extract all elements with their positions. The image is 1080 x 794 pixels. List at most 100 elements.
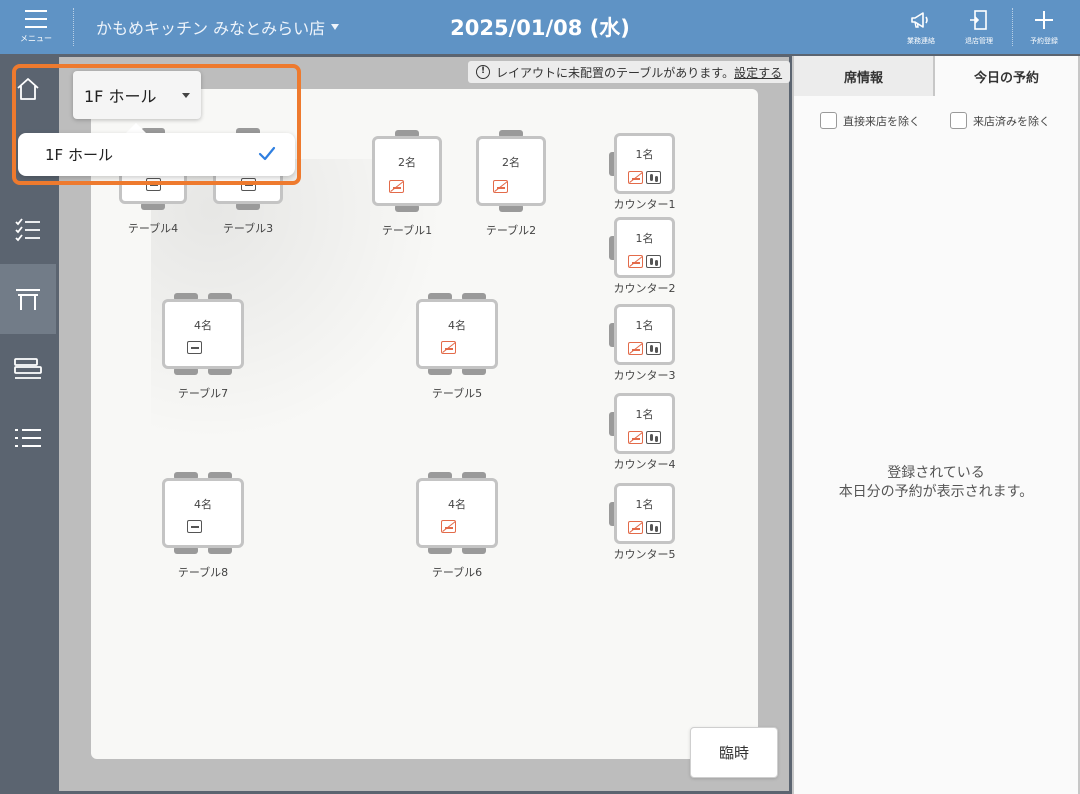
seat-name: テーブル7 xyxy=(177,387,229,400)
no-smoking-icon xyxy=(628,431,643,444)
megaphone-icon xyxy=(911,12,928,28)
tab-todays-reservations[interactable]: 今日の予約 xyxy=(935,56,1078,96)
home-icon xyxy=(17,78,39,100)
floor-selector-value: 1F ホール xyxy=(84,87,157,106)
no-smoking-icon xyxy=(441,520,456,533)
seat-name: カウンター4 xyxy=(613,458,676,471)
seat-capacity: 4名 xyxy=(448,319,466,332)
layout-notice: ! レイアウトに未配置のテーブルがあります。 設定する xyxy=(468,61,791,83)
table-surface xyxy=(614,304,675,365)
list-icon xyxy=(15,429,41,447)
no-smoking-icon xyxy=(389,180,404,193)
seat-capacity: 4名 xyxy=(448,498,466,511)
seat-9[interactable]: 1名カウンター1 xyxy=(609,133,676,211)
add-reservation-button[interactable]: 予約登録 xyxy=(1018,0,1070,54)
seat-7[interactable]: 4名テーブル8 xyxy=(162,472,244,579)
menu-button[interactable]: メニュー xyxy=(0,0,72,54)
checkout-button[interactable]: 退店管理 xyxy=(953,0,1005,54)
checkbox[interactable] xyxy=(820,112,837,129)
seat-13[interactable]: 1名 カウンター5 xyxy=(609,483,676,561)
table-surface xyxy=(476,136,546,206)
no-smoking-icon xyxy=(493,180,508,193)
temporary-seat-button[interactable]: 臨時 xyxy=(690,727,778,778)
table-icon xyxy=(16,289,40,310)
smoking-icon xyxy=(187,520,202,533)
seat-capacity: 1名 xyxy=(635,232,654,245)
seat-capacity: 2名 xyxy=(502,156,520,169)
current-date[interactable]: 2025/01/08 (水) xyxy=(440,0,640,54)
shoes-off-icon xyxy=(646,431,661,444)
table-surface xyxy=(372,136,442,206)
smoking-icon xyxy=(240,178,256,191)
dropdown-pointer xyxy=(126,123,146,133)
seat-11[interactable]: 1名カウンター3 xyxy=(609,304,676,382)
caret-down-icon xyxy=(331,24,340,30)
seat-name: テーブル3 xyxy=(222,222,274,235)
table-surface xyxy=(614,217,675,278)
seat-name: テーブル8 xyxy=(177,566,229,579)
checkout-button-label: 退店管理 xyxy=(965,37,993,45)
table-surface xyxy=(416,299,498,369)
tab-seat-info[interactable]: 席情報 xyxy=(794,56,934,96)
seat-8[interactable]: 4名 テーブル6 xyxy=(416,472,498,579)
sidebar-item-checklist[interactable] xyxy=(0,194,56,264)
table-surface xyxy=(614,483,675,544)
notice-button[interactable]: 業務連絡 xyxy=(895,0,947,54)
empty-message-line1: 登録されている xyxy=(887,465,985,481)
seat-name: カウンター2 xyxy=(613,282,676,295)
no-smoking-icon xyxy=(628,342,643,355)
smoking-icon xyxy=(187,341,202,354)
table-surface xyxy=(614,393,675,454)
sidebar-item-home[interactable] xyxy=(0,54,56,124)
seat-capacity: 2名 xyxy=(398,156,416,169)
floor-option-label: 1F ホール xyxy=(45,146,113,164)
sidebar-item-timeline[interactable] xyxy=(0,334,56,404)
reservation-panel: 席情報 今日の予約 直接来店を除く 来店済みを除く 登録されている 本日分の予約… xyxy=(792,56,1080,794)
shoes-off-icon xyxy=(646,255,661,268)
floor-selector[interactable]: 1F ホール xyxy=(73,71,201,119)
seat-name: カウンター3 xyxy=(613,369,676,382)
add-reservation-label: 予約登録 xyxy=(1030,37,1058,45)
timeline-icon xyxy=(14,358,42,379)
checklist-icon xyxy=(15,218,40,242)
caret-down-icon xyxy=(182,93,190,98)
seat-capacity: 1名 xyxy=(635,148,654,161)
seat-capacity: 1名 xyxy=(635,319,654,332)
seat-6[interactable]: 4名テーブル5 xyxy=(416,293,498,400)
floor-option[interactable]: 1F ホール xyxy=(18,133,295,176)
plus-icon xyxy=(1035,11,1053,29)
seat-capacity: 4名 xyxy=(194,498,212,511)
seat-10[interactable]: 1名カウンター2 xyxy=(609,217,676,295)
seat-capacity: 1名 xyxy=(635,408,654,421)
filter-label: 直接来店を除く xyxy=(843,114,920,128)
notice-settings-link[interactable]: 設定する xyxy=(734,64,782,81)
seat-12[interactable]: 1名カウンター4 xyxy=(609,393,676,471)
seat-3[interactable]: 2名 テーブル1 xyxy=(372,130,442,237)
seat-capacity: 4名 xyxy=(194,319,212,332)
seat-5[interactable]: 4名テーブル7 xyxy=(162,293,244,400)
hamburger-icon xyxy=(25,10,47,28)
seat-4[interactable]: 2名 テーブル2 xyxy=(476,130,546,237)
store-name: かもめキッチン みなとみらい店 xyxy=(96,19,326,38)
seat-name: カウンター1 xyxy=(613,198,676,211)
menu-label: メニュー xyxy=(20,34,52,43)
store-selector[interactable]: かもめキッチン みなとみらい店 xyxy=(96,0,340,54)
seat-name: テーブル5 xyxy=(431,387,483,400)
sidebar-item-list[interactable] xyxy=(0,404,56,474)
seat-name: カウンター5 xyxy=(613,548,676,561)
table-surface xyxy=(162,299,244,369)
sidebar-item-tables[interactable] xyxy=(0,264,56,334)
checkbox[interactable] xyxy=(950,112,967,129)
filter-exclude-arrived[interactable]: 来店済みを除く xyxy=(950,112,1050,129)
table-surface xyxy=(614,133,675,194)
empty-message: 登録されている 本日分の予約が表示されます。 xyxy=(794,464,1078,502)
no-smoking-icon xyxy=(628,255,643,268)
notice-button-label: 業務連絡 xyxy=(907,37,935,45)
table-surface xyxy=(162,478,244,548)
filter-exclude-walkin[interactable]: 直接来店を除く xyxy=(820,112,920,129)
info-icon: ! xyxy=(476,65,490,79)
empty-message-line2: 本日分の予約が表示されます。 xyxy=(838,484,1034,500)
header-divider xyxy=(1012,8,1013,46)
header-divider xyxy=(73,8,74,46)
shoes-off-icon xyxy=(646,521,661,534)
